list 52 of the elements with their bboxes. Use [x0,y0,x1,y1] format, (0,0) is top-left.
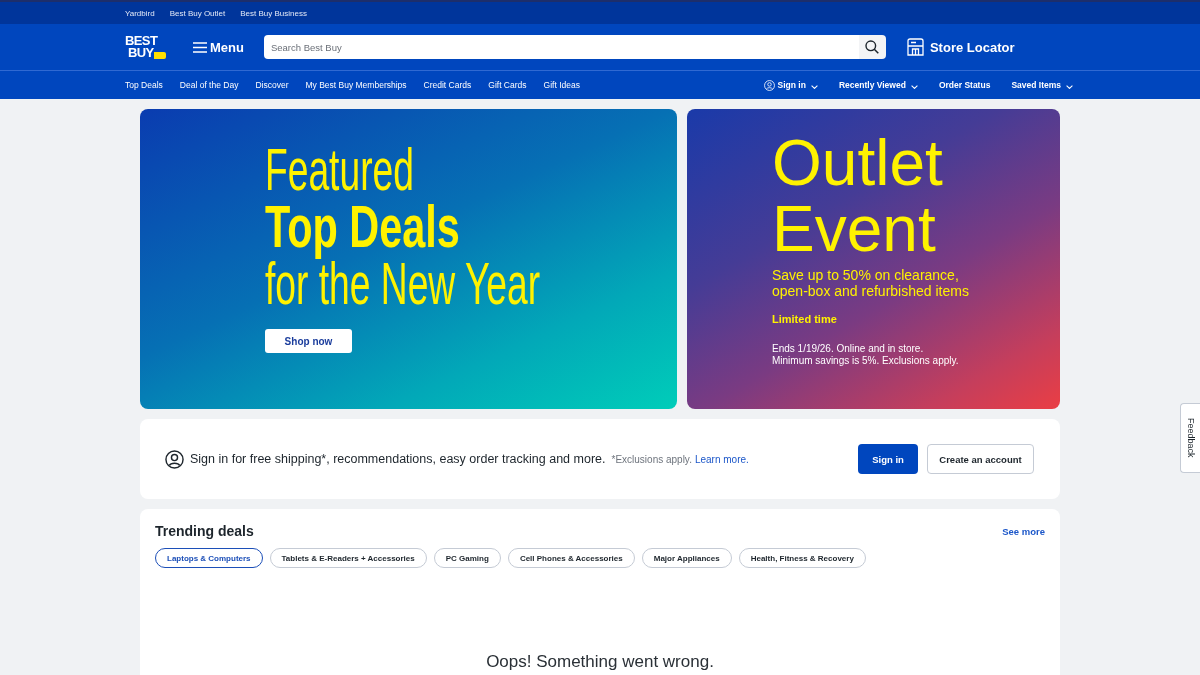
utility-link[interactable]: Yardbird [125,8,155,18]
utility-link[interactable]: Best Buy Business [240,8,307,18]
banner-title: Outlet Event [772,130,944,262]
category-chip[interactable]: Cell Phones & Accessories [507,548,635,568]
promo-banner[interactable]: Outlet Event Save up to 50% on clearance, open-box and refurbished items Limited time Ends 1/19/26. Online and in store. Minimum savings is 5%. Exclusions apply. [687,109,1060,409]
dropdown-menu[interactable]: Recently Viewed [838,80,918,90]
error-message: Oops! Something went wrong. [486,652,714,672]
nav-link[interactable]: Top Deals [125,80,163,90]
sign-in-message: Sign in for free shipping*, recommendations, easy order tracking and more. [190,452,606,466]
category-chip[interactable]: Health, Fitness & Recovery [738,548,866,568]
section-title: Trending deals [155,523,254,539]
category-chip[interactable]: Laptops & Computers [155,548,263,568]
user-icon [165,449,184,469]
logo[interactable]: BEST BUY [125,34,168,60]
store-locator-link[interactable]: Store Locator [906,38,1015,56]
nav-link[interactable]: Credit Cards [423,80,472,90]
banner-subtitle: Save up to 50% on clearance, open-box and refurbished items [772,267,970,299]
search-icon [865,40,880,54]
menu-icon [193,41,207,53]
nav-link[interactable]: Discover [255,80,289,90]
nav-link[interactable]: Deal of the Day [179,80,239,90]
menu-button[interactable]: Menu [191,37,246,57]
banner-tag: Limited time [772,313,1060,325]
sign-in-button[interactable]: Sign in [858,444,918,474]
shop-now-button[interactable]: Shop now [265,329,352,353]
search-button[interactable] [858,35,886,59]
utility-link[interactable]: Best Buy Outlet [169,8,226,18]
dropdown-menu[interactable]: Saved Items [1011,80,1073,90]
caret-icon [1066,84,1073,89]
fine-print: Ends 1/19/26. Online and in store. [772,343,924,355]
tag-icon [153,52,166,59]
see-more-link[interactable]: See more [1002,525,1045,537]
promo-banner[interactable]: Featured Top Deals for the New Year Shop now [140,109,677,409]
search-field[interactable]: Search Best Buy [263,35,859,59]
sign-in-menu[interactable]: Sign in [763,79,818,91]
caret-icon [810,84,818,89]
feedback-button[interactable]: Feedback [1180,403,1200,473]
user-icon [763,79,775,91]
headline-text: Featured [265,141,414,198]
exclusions-note: *Exclusions apply. [611,453,692,465]
caret-icon [910,84,918,89]
nav-link[interactable]: Order Status [938,80,991,90]
nav-link[interactable]: My Best Buy Memberships [305,80,407,90]
create-account-button[interactable]: Create an account [927,444,1034,474]
fine-print: Minimum savings is 5%. Exclusions apply. [772,354,959,366]
category-chip[interactable]: PC Gaming [433,548,501,568]
nav-link[interactable]: Gift Ideas [543,80,580,90]
category-chip[interactable]: Major Appliances [641,548,732,568]
learn-more-link[interactable]: Learn more. [694,453,749,465]
nav-link[interactable]: Gift Cards [488,80,527,90]
store-icon [906,38,924,56]
category-chip[interactable]: Tablets & E-Readers + Accessories [269,548,427,568]
